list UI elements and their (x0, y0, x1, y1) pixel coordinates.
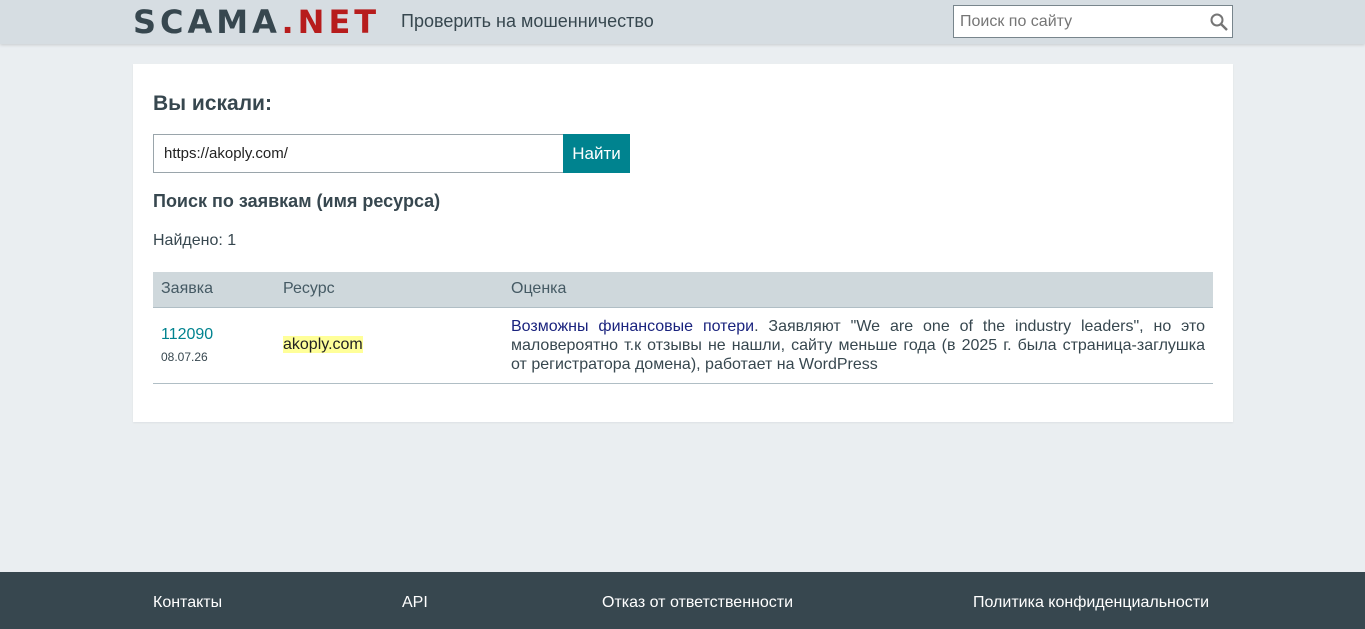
site-search (953, 5, 1233, 38)
site-footer: Контакты API Отказ от ответственности По… (0, 572, 1365, 629)
column-header-resource: Ресурс (275, 272, 503, 308)
site-logo[interactable]: SCAMA.NET (133, 2, 380, 42)
footer-privacy-link[interactable]: Политика конфиденциальности (973, 594, 1209, 612)
footer-api-link[interactable]: API (402, 594, 428, 612)
column-header-request: Заявка (153, 272, 275, 308)
found-count: Найдено: 1 (153, 232, 237, 249)
table-header-row: Заявка Ресурс Оценка (153, 272, 1213, 308)
rating-cell: Возможны финансовые потери. Заявляют "We… (503, 307, 1213, 384)
search-results-card: Вы искали: Найти Поиск по заявкам (имя р… (133, 64, 1233, 422)
query-input[interactable] (153, 134, 564, 173)
table-row: 112090 08.07.26 akoply.com Возможны фина… (153, 307, 1213, 384)
footer-disclaimer-link[interactable]: Отказ от ответственности (602, 594, 793, 612)
column-header-rating: Оценка (503, 272, 1213, 308)
request-date: 08.07.26 (161, 350, 208, 364)
site-header: SCAMA.NET Проверить на мошенничество (0, 0, 1365, 44)
search-icon[interactable] (1209, 12, 1229, 32)
logo-main: SCAMA (133, 3, 282, 41)
section-title: Поиск по заявкам (имя ресурса) (153, 191, 441, 211)
page-title: Вы искали: (153, 92, 272, 115)
rating-verdict-link[interactable]: Возможны финансовые потери (511, 318, 754, 335)
request-id-link[interactable]: 112090 (161, 326, 267, 344)
results-table: Заявка Ресурс Оценка 112090 08.07.26 ako… (153, 272, 1213, 384)
request-cell: 112090 08.07.26 (153, 307, 275, 384)
site-search-input[interactable] (954, 6, 1204, 37)
logo-accent: .NET (281, 3, 381, 41)
footer-contacts-link[interactable]: Контакты (153, 594, 222, 612)
resource-cell: akoply.com (275, 307, 503, 384)
find-button[interactable]: Найти (563, 134, 630, 173)
resource-name: akoply.com (283, 336, 363, 353)
nav-check-fraud-link[interactable]: Проверить на мошенничество (401, 11, 654, 32)
